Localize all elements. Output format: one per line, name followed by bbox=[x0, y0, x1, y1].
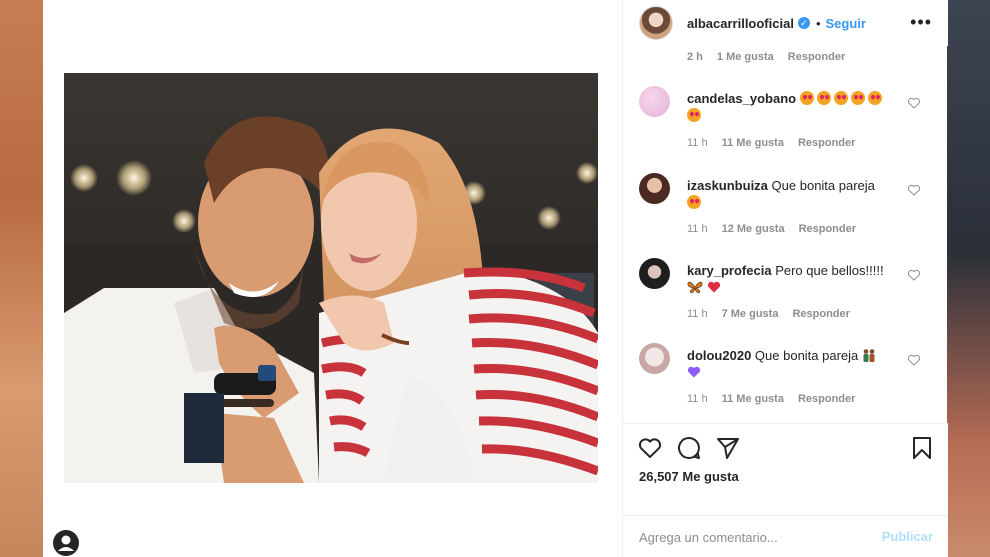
add-comment-bar: Publicar bbox=[623, 515, 948, 557]
post-header: albacarrillooficial ✓ • Seguir ••• bbox=[623, 0, 948, 46]
more-options-icon[interactable]: ••• bbox=[910, 12, 932, 33]
heart-eyes-emoji-icon bbox=[850, 91, 865, 105]
post-photo[interactable] bbox=[64, 73, 598, 483]
comment-time: 2 h bbox=[687, 51, 703, 63]
comment-meta: 11 h 7 Me gusta Responder bbox=[687, 308, 850, 320]
comment-likes[interactable]: 7 Me gusta bbox=[722, 308, 779, 320]
share-send-icon[interactable] bbox=[715, 435, 741, 461]
comment-meta-partial: 2 h 1 Me gusta Responder bbox=[687, 51, 845, 63]
verified-badge-icon: ✓ bbox=[797, 17, 810, 29]
commenter-avatar[interactable] bbox=[639, 86, 670, 117]
separator-dot: • bbox=[815, 15, 821, 31]
comment-time: 11 h bbox=[687, 137, 708, 149]
comment-reply-button[interactable]: Responder bbox=[798, 137, 855, 149]
comment-text: Pero que bellos!!!!! bbox=[775, 263, 884, 278]
comment-likes[interactable]: 11 Me gusta bbox=[722, 137, 784, 149]
like-comment-heart-icon[interactable] bbox=[907, 183, 921, 197]
likes-count[interactable]: 26,507 Me gusta bbox=[639, 469, 739, 484]
comments-panel: albacarrillooficial ✓ • Seguir ••• 2 h 1… bbox=[622, 0, 948, 557]
comment-body: candelas_yobano bbox=[687, 90, 907, 124]
commenter-avatar[interactable] bbox=[639, 343, 670, 374]
commenter-username[interactable]: kary_profecia bbox=[687, 263, 772, 278]
follow-button[interactable]: Seguir bbox=[826, 16, 866, 31]
comment-likes[interactable]: 11 Me gusta bbox=[722, 393, 784, 405]
comment-time: 11 h bbox=[687, 308, 708, 320]
heart-eyes-emoji-icon bbox=[799, 91, 814, 105]
commenter-avatar[interactable] bbox=[639, 173, 670, 204]
author-avatar[interactable] bbox=[639, 6, 673, 40]
post-modal: albacarrillooficial ✓ • Seguir ••• 2 h 1… bbox=[43, 0, 948, 557]
comment-reply-button[interactable]: Responder bbox=[799, 223, 856, 235]
like-comment-heart-icon[interactable] bbox=[907, 96, 921, 110]
comment-meta: 11 h 11 Me gusta Responder bbox=[687, 137, 855, 149]
comment-text: Que bonita pareja bbox=[754, 348, 859, 363]
publish-button[interactable]: Publicar bbox=[882, 529, 933, 544]
heart-eyes-emoji-icon bbox=[816, 91, 831, 105]
comment-body: izaskunbuiza Que bonita pareja bbox=[687, 177, 907, 211]
comment-time: 11 h bbox=[687, 223, 708, 235]
comment-reply-button[interactable]: Responder bbox=[792, 308, 849, 320]
comment-bubble-icon[interactable] bbox=[676, 435, 702, 461]
comment-likes[interactable]: 12 Me gusta bbox=[722, 223, 785, 235]
comment-reply-button[interactable]: Responder bbox=[798, 393, 855, 405]
photo-pane bbox=[43, 0, 622, 557]
background-blur-left bbox=[0, 0, 43, 557]
couple-emoji-icon bbox=[863, 349, 875, 362]
comment-meta: 11 h 11 Me gusta Responder bbox=[687, 393, 855, 405]
comment-body: kary_profecia Pero que bellos!!!!! bbox=[687, 262, 907, 296]
comment-reply-button[interactable]: Responder bbox=[788, 51, 845, 63]
comment-input[interactable] bbox=[639, 526, 859, 548]
commenter-username[interactable]: candelas_yobano bbox=[687, 91, 796, 106]
author-username[interactable]: albacarrillooficial bbox=[687, 16, 794, 31]
comment-text: Que bonita pareja bbox=[771, 178, 875, 193]
heart-eyes-emoji-icon bbox=[833, 91, 848, 105]
purple-heart-emoji-icon bbox=[687, 366, 701, 378]
like-heart-icon[interactable] bbox=[637, 435, 663, 461]
save-bookmark-icon[interactable] bbox=[909, 435, 935, 461]
comments-list[interactable]: 2 h 1 Me gusta Responder candelas_yobano… bbox=[623, 46, 948, 423]
background-blur-right bbox=[947, 0, 990, 557]
comment-time: 11 h bbox=[687, 393, 708, 405]
like-comment-heart-icon[interactable] bbox=[907, 268, 921, 282]
commenter-username[interactable]: dolou2020 bbox=[687, 348, 751, 363]
post-actions: 26,507 Me gusta bbox=[623, 423, 948, 515]
red-heart-emoji-icon bbox=[707, 281, 720, 293]
commenter-avatar[interactable] bbox=[639, 258, 670, 289]
heart-eyes-emoji-icon bbox=[687, 195, 701, 209]
user-tag-icon[interactable] bbox=[53, 530, 79, 556]
comment-body: dolou2020 Que bonita pareja bbox=[687, 347, 907, 381]
heart-eyes-emoji-icon bbox=[867, 91, 882, 105]
comment-meta: 11 h 12 Me gusta Responder bbox=[687, 223, 856, 235]
heart-eyes-emoji-icon bbox=[687, 108, 701, 122]
commenter-username[interactable]: izaskunbuiza bbox=[687, 178, 768, 193]
like-comment-heart-icon[interactable] bbox=[907, 353, 921, 367]
butterfly-emoji-icon bbox=[687, 281, 703, 294]
comment-likes[interactable]: 1 Me gusta bbox=[717, 51, 774, 63]
